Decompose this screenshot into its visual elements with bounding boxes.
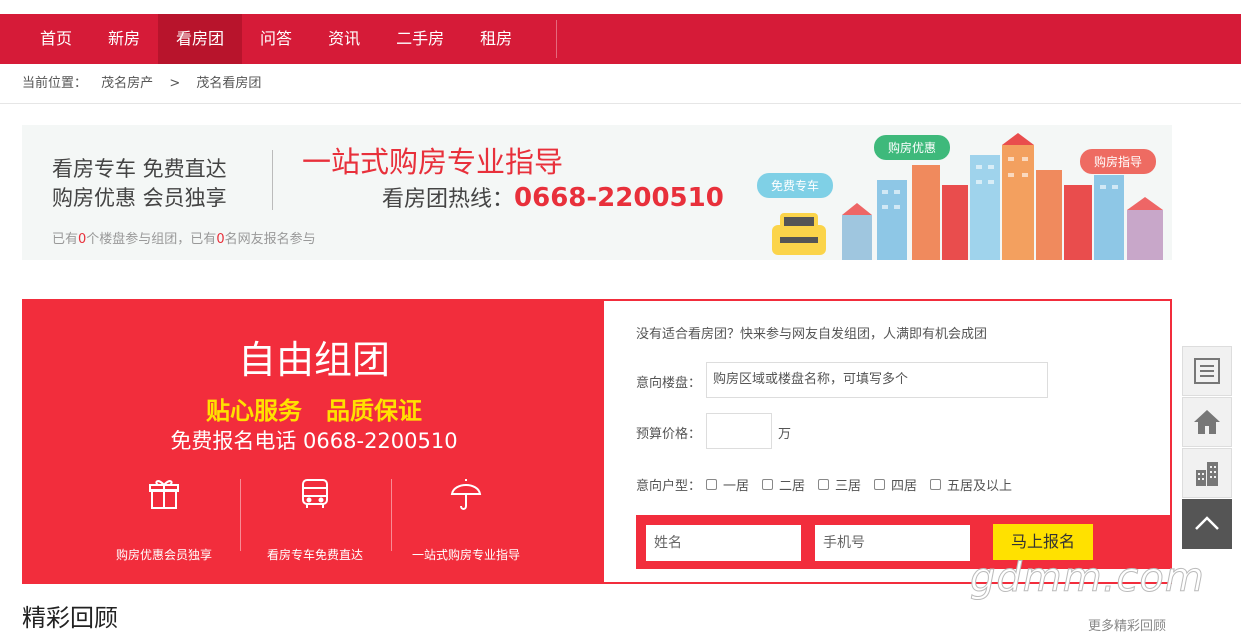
stats-text-a: 已有 — [52, 232, 79, 247]
banner-stats: 已有0个楼盘参与组团，已有0名网友报名参与 — [52, 228, 316, 247]
layout-label: 意向户型： — [636, 479, 702, 494]
layout-option-label: 五居及以上 — [947, 479, 1013, 494]
feature-discount-label: 购房优惠会员独享 — [115, 548, 212, 562]
nav-item-qa[interactable]: 问答 — [242, 14, 310, 64]
stats-text-b: 个楼盘参与组团，已有 — [86, 232, 217, 247]
hotline-number: 0668-2200510 — [514, 183, 724, 213]
watermark: gdmm.com — [970, 555, 1205, 602]
nav-item-news[interactable]: 资讯 — [310, 14, 378, 64]
signup-title: 自由组团 — [237, 338, 390, 382]
nav-divider — [556, 20, 557, 58]
signup-subtitle: 贴心服务 品质保证 — [24, 391, 604, 426]
hotline-label: 看房团热线： — [382, 187, 515, 212]
umbrella-icon — [450, 479, 482, 510]
list-icon — [1194, 358, 1220, 384]
budget-label: 预算价格： — [636, 427, 702, 442]
banner-hotline: 看房团热线：0668-2200510 — [382, 181, 724, 213]
stats-user-count: 0 — [216, 232, 225, 247]
main-nav: 首页 新房 看房团 问答 资讯 二手房 租房 — [0, 14, 1241, 64]
estate-label: 意向楼盘： — [636, 376, 702, 391]
layout-option-label: 四居 — [891, 479, 918, 494]
top-strip — [0, 0, 1241, 14]
layout-option-4[interactable]: 四居 — [874, 475, 917, 494]
feature-discount: 购房优惠会员独享 — [89, 476, 239, 563]
gift-icon — [149, 480, 179, 509]
layout-option-label: 三居 — [835, 479, 862, 494]
checkbox[interactable] — [706, 479, 717, 490]
name-input[interactable]: 姓名 — [646, 525, 801, 561]
tour-group-banner: 看房专车 免费直达 购房优惠 会员独享 一站式购房专业指导 看房团热线：0668… — [22, 125, 1172, 260]
review-more-link[interactable]: 更多精彩回顾 — [1088, 615, 1166, 634]
feature-guide-label: 一站式购房专业指导 — [411, 548, 520, 562]
building-icon — [1196, 462, 1218, 486]
signup-phone: 免费报名电话 0668-2200510 — [170, 429, 458, 453]
signup-promo-panel: 自由组团 贴心服务 品质保证 免费报名电话 0668-2200510 购房优惠会员… — [24, 301, 604, 582]
checkbox[interactable] — [762, 479, 773, 490]
bubble-discount: 购房优惠 — [874, 135, 951, 160]
estate-input[interactable]: 购房区域或楼盘名称，可填写多个 — [706, 362, 1048, 398]
bus-icon — [302, 479, 328, 508]
breadcrumb-separator: > — [169, 76, 181, 91]
layout-option-5[interactable]: 五居及以上 — [930, 475, 1012, 494]
nav-item-new-homes[interactable]: 新房 — [90, 14, 158, 64]
signup-sub-quality: 品质保证 — [326, 397, 422, 425]
back-to-top-icon — [1195, 516, 1219, 530]
layout-option-1[interactable]: 一居 — [706, 475, 749, 494]
stats-text-c: 名网友报名参与 — [224, 232, 316, 247]
nav-item-tour-group[interactable]: 看房团 — [158, 14, 243, 64]
feature-free-car: 看房专车免费直达 — [240, 476, 390, 563]
signup-sub-service: 贴心服务 — [206, 397, 302, 425]
signup-form: 没有适合看房团？快来参与网友自发组团，人满即有机会成团 意向楼盘： 购房区域或楼… — [604, 301, 1170, 582]
nav-item-home[interactable]: 首页 — [22, 14, 90, 64]
bubble-guide: 购房指导 — [1080, 149, 1157, 174]
bubble-free-car: 免费专车 — [757, 173, 834, 198]
breadcrumb-prefix: 当前位置： — [22, 76, 88, 91]
layout-option-3[interactable]: 三居 — [818, 475, 861, 494]
sidebar-home-button[interactable] — [1182, 397, 1232, 447]
banner-slogan: 一站式购房专业指导 — [302, 145, 564, 179]
checkbox[interactable] — [930, 479, 941, 490]
form-intro: 没有适合看房团？快来参与网友自发组团，人满即有机会成团 — [636, 327, 988, 342]
sidebar-list-button[interactable] — [1182, 346, 1232, 396]
breadcrumb-link-maoming-property[interactable]: 茂名房产 — [101, 76, 153, 91]
banner-line-free-car: 看房专车 免费直达 — [52, 157, 227, 181]
home-icon — [1194, 410, 1220, 434]
layout-option-label: 二居 — [779, 479, 806, 494]
budget-input[interactable] — [706, 413, 772, 449]
feature-guide: 一站式购房专业指导 — [391, 476, 541, 563]
checkbox[interactable] — [874, 479, 885, 490]
review-section-title: 精彩回顾 — [22, 604, 118, 632]
layout-option-label: 一居 — [723, 479, 750, 494]
nav-item-resale[interactable]: 二手房 — [378, 14, 462, 64]
breadcrumb: 当前位置： 茂名房产 > 茂名看房团 — [0, 64, 1241, 104]
feature-free-car-label: 看房专车免费直达 — [266, 548, 363, 562]
budget-unit: 万 — [778, 427, 792, 442]
checkbox[interactable] — [818, 479, 829, 490]
nav-item-rental[interactable]: 租房 — [462, 14, 530, 64]
breadcrumb-current: 茂名看房团 — [196, 76, 262, 91]
banner-divider — [272, 150, 273, 210]
free-group-signup: 自由组团 贴心服务 品质保证 免费报名电话 0668-2200510 购房优惠会员… — [22, 299, 1172, 584]
phone-input[interactable]: 手机号 — [815, 525, 970, 561]
banner-line-discount: 购房优惠 会员独享 — [52, 186, 227, 210]
layout-option-2[interactable]: 二居 — [762, 475, 805, 494]
sidebar-building-button[interactable] — [1182, 448, 1232, 498]
back-to-top-button[interactable] — [1182, 499, 1232, 549]
